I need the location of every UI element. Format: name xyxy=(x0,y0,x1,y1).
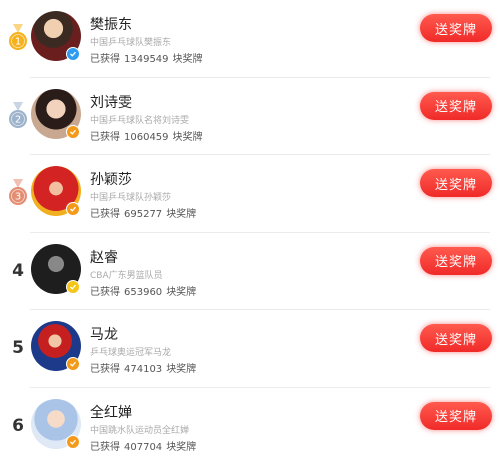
rank-indicator: 6 xyxy=(4,412,32,440)
send-medal-button[interactable]: 送奖牌 xyxy=(420,324,492,352)
athlete-description: 乒乓球奥运冠军马龙 xyxy=(90,348,172,358)
athlete-description: 中国乒乓球队孙颖莎 xyxy=(90,193,172,203)
medal-rank-number: 1 xyxy=(15,37,21,48)
verified-badge-icon xyxy=(66,279,80,294)
count-prefix: 已获得 xyxy=(90,54,120,65)
medal-count: 474103 xyxy=(124,364,163,375)
count-prefix: 已获得 xyxy=(90,209,120,220)
ranking-row: 1 樊振东中国乒乓球队樊振东 已获得 1349549 块奖牌 送奖牌 xyxy=(0,0,500,78)
rank-number: 6 xyxy=(12,415,24,436)
send-medal-button[interactable]: 送奖牌 xyxy=(420,401,492,430)
verified-badge-icon xyxy=(66,47,80,61)
count-prefix: 已获得 xyxy=(90,364,120,375)
rank-indicator: 5 xyxy=(4,334,32,362)
medal-count: 1060459 xyxy=(124,131,169,143)
ranking-row: 6 全红婵中国跳水队运动员全红婵 已获得 407704 块奖牌 送奖牌 xyxy=(0,388,500,464)
medal-count: 1349549 xyxy=(124,54,169,65)
medal-count-line: 已获得 474103 块奖牌 xyxy=(90,360,200,375)
count-suffix: 块奖牌 xyxy=(166,286,197,298)
medal-count: 653960 xyxy=(124,286,163,298)
silver-medal-icon: 2 xyxy=(9,101,27,128)
athlete-name[interactable]: 全红婵 xyxy=(90,402,132,422)
rank-indicator: 1 xyxy=(4,24,32,52)
athlete-description: 中国跳水队运动员全红婵 xyxy=(90,425,190,436)
count-suffix: 块奖牌 xyxy=(166,441,197,453)
medal-count-line: 已获得 1349549 块奖牌 xyxy=(90,50,207,65)
athlete-name[interactable]: 孙颖莎 xyxy=(90,169,132,189)
send-medal-button[interactable]: 送奖牌 xyxy=(420,246,492,275)
rank-number: 5 xyxy=(12,338,24,358)
count-suffix: 块奖牌 xyxy=(166,209,197,220)
medal-count-line: 已获得 695277 块奖牌 xyxy=(90,205,200,220)
verified-badge-icon xyxy=(66,202,80,216)
ranking-row: 4 赵睿 CBA广东男篮队员 已获得 653960 块奖牌 送奖牌 xyxy=(0,233,500,310)
rank-indicator: 2 xyxy=(4,101,32,130)
athlete-description: 中国乒乓球队名将刘诗雯 xyxy=(90,115,190,126)
athlete-name[interactable]: 马龙 xyxy=(90,324,118,344)
medal-count: 695277 xyxy=(124,209,163,220)
verified-badge-icon xyxy=(66,434,80,449)
gold-medal-icon: 1 xyxy=(9,24,27,50)
count-prefix: 已获得 xyxy=(90,131,120,143)
send-medal-button[interactable]: 送奖牌 xyxy=(420,91,492,120)
ranking-row: 3 孙颖莎中国乒乓球队孙颖莎 已获得 695277 块奖牌 送奖牌 xyxy=(0,155,500,233)
medal-count-line: 已获得 653960 块奖牌 xyxy=(90,283,200,298)
medal-count-line: 已获得 1060459 块奖牌 xyxy=(90,128,207,143)
count-suffix: 块奖牌 xyxy=(172,54,203,65)
medal-rank-number: 2 xyxy=(15,114,21,125)
athlete-description: CBA广东男篮队员 xyxy=(90,270,163,281)
athlete-name[interactable]: 樊振东 xyxy=(90,14,132,34)
medal-count-line: 已获得 407704 块奖牌 xyxy=(90,438,200,453)
count-suffix: 块奖牌 xyxy=(172,131,203,143)
ranking-row: 5 马龙乒乓球奥运冠军马龙 已获得 474103 块奖牌 送奖牌 xyxy=(0,310,500,388)
rank-indicator: 4 xyxy=(4,257,32,285)
medal-count: 407704 xyxy=(124,441,163,453)
send-medal-button[interactable]: 送奖牌 xyxy=(420,14,492,42)
medal-rank-number: 3 xyxy=(15,192,21,203)
count-prefix: 已获得 xyxy=(90,286,120,298)
verified-badge-icon xyxy=(66,357,80,371)
rank-indicator: 3 xyxy=(4,179,32,207)
ranking-row: 2 刘诗雯中国乒乓球队名将刘诗雯 已获得 1060459 块奖牌 送奖牌 xyxy=(0,78,500,155)
count-suffix: 块奖牌 xyxy=(166,364,197,375)
rank-number: 4 xyxy=(12,260,24,281)
athlete-description: 中国乒乓球队樊振东 xyxy=(90,38,172,48)
send-medal-button[interactable]: 送奖牌 xyxy=(420,169,492,197)
bronze-medal-icon: 3 xyxy=(9,179,27,205)
count-prefix: 已获得 xyxy=(90,441,120,453)
verified-badge-icon xyxy=(66,124,80,139)
athlete-name[interactable]: 刘诗雯 xyxy=(90,92,132,112)
athlete-name[interactable]: 赵睿 xyxy=(90,247,118,267)
